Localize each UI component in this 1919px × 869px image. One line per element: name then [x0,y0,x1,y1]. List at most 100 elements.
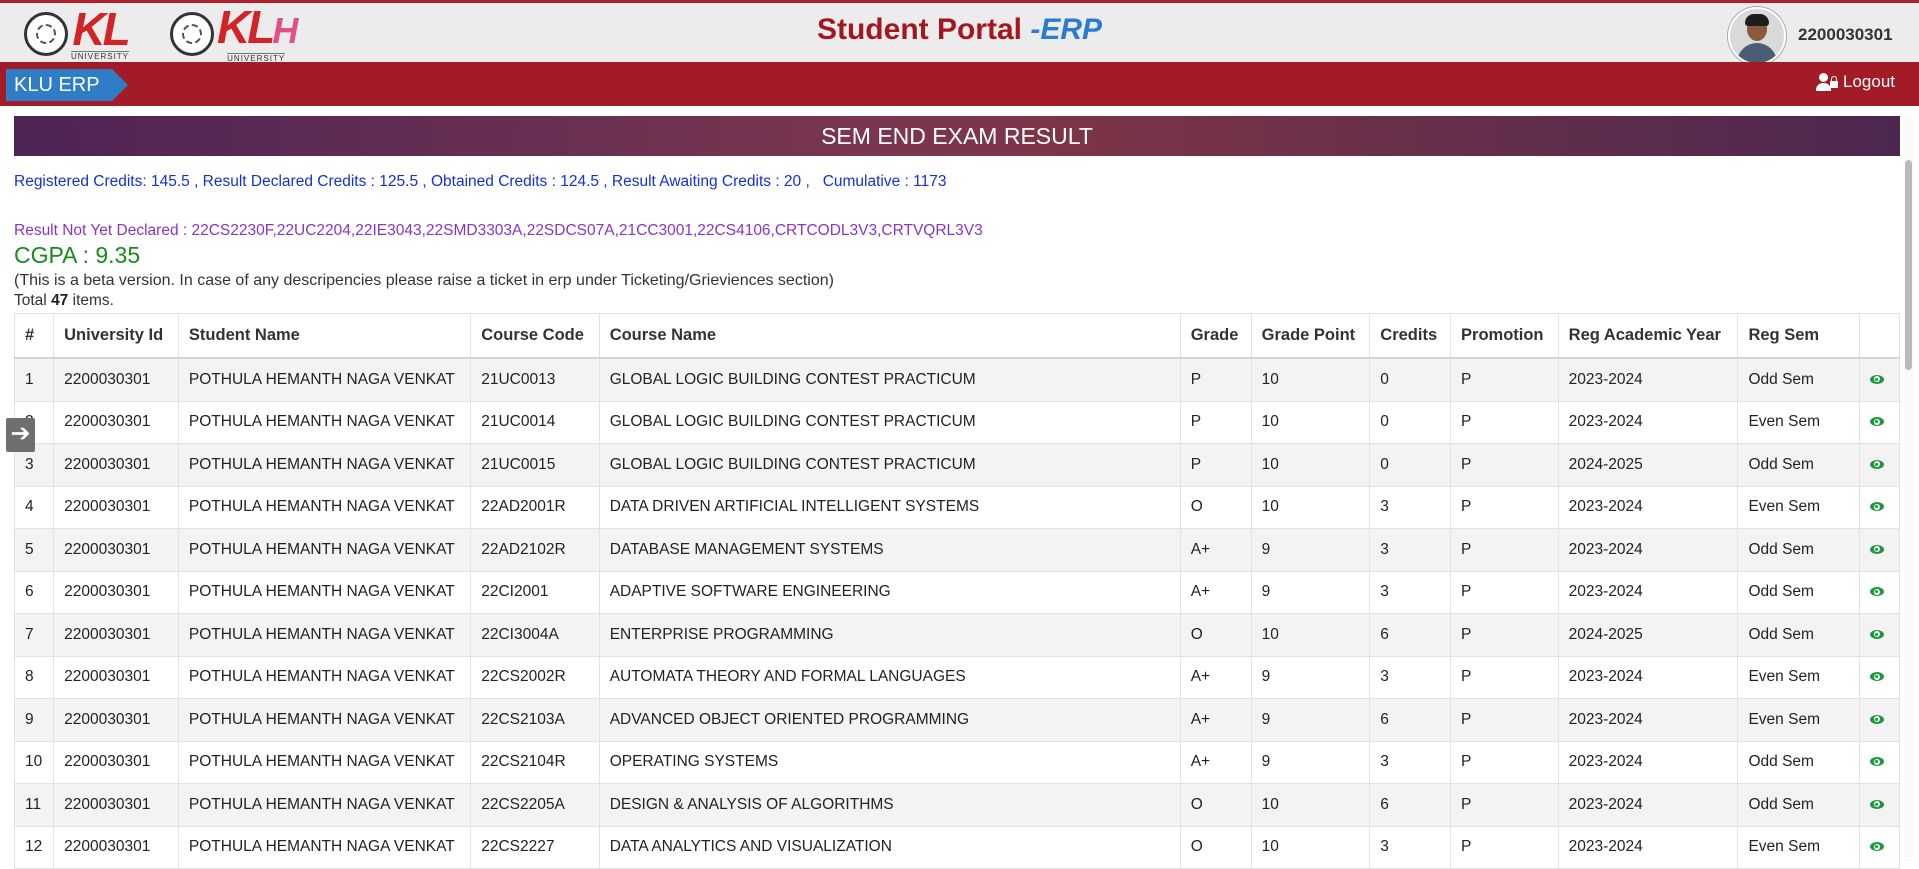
eye-icon[interactable] [1869,374,1884,384]
table-cell: POTHULA HEMANTH NAGA VENKAT [177,613,472,657]
table-cell: GLOBAL LOGIC BUILDING CONTEST PRACTICUM [598,357,1181,402]
table-header-row: # University Id Student Name Course Code… [13,313,1901,359]
sidebar-toggle-arrow-icon[interactable]: ➔ [6,418,35,452]
cgpa-value: CGPA : 9.35 [14,242,141,268]
column-header[interactable]: Course Name [598,313,1181,359]
table-cell: 0 [1369,443,1452,487]
row-action-cell [1858,825,1901,869]
table-cell: 4 [13,485,55,529]
logout-label: Logout [1843,72,1895,91]
eye-icon[interactable] [1869,544,1884,554]
table-cell: Odd Sem [1737,443,1860,487]
table-row: 9 2200030301 POTHULA HEMANTH NAGA VENKAT 22… [13,698,1901,742]
table-cell: 0 [1369,357,1452,402]
table-cell: P [1450,443,1559,487]
logo-subtext: UNIVERSITY [71,50,130,61]
result-not-declared: Result Not Yet Declared : 22CS2230F,22UC… [14,222,983,239]
eye-icon[interactable] [1869,757,1884,767]
eye-icon[interactable] [1869,587,1884,597]
table-cell: 22CS2227 [470,825,600,869]
table-cell: 10 [1250,485,1371,529]
table-cell: P [1179,400,1252,444]
table-cell: 6 [1369,613,1452,657]
table-cell: Odd Sem [1737,528,1860,572]
table-cell: O [1179,485,1252,529]
table-row: 7 2200030301 POTHULA HEMANTH NAGA VENKAT 22… [13,613,1901,657]
table-cell: 2200030301 [53,825,179,869]
table-cell: P [1450,357,1559,402]
table-cell: 2200030301 [53,740,179,784]
table-cell: POTHULA HEMANTH NAGA VENKAT [177,698,472,742]
table-cell: POTHULA HEMANTH NAGA VENKAT [177,570,472,614]
table-cell: Even Sem [1737,698,1860,742]
eye-icon[interactable] [1869,842,1884,852]
column-header[interactable]: # [13,313,55,359]
table-cell: 22AD2102R [470,528,600,572]
table-row: 22200030301POTHULA HEMANTH NAGA VENKAT21… [13,400,1901,444]
logout-button[interactable]: Logout [1816,72,1895,92]
table-cell: Odd Sem [1737,357,1860,402]
table-cell: ADAPTIVE SOFTWARE ENGINEERING [598,570,1181,614]
eye-icon[interactable] [1869,672,1884,682]
table-row: 3 2200030301 POTHULA HEMANTH NAGA VENKAT 21… [13,443,1901,487]
eye-icon[interactable] [1869,799,1884,809]
row-action-cell [1858,740,1901,784]
column-header[interactable]: Grade [1179,313,1252,359]
table-cell: 21UC0013 [470,357,600,402]
row-action-cell [1858,443,1901,487]
table-cell: 22CS2104R [470,740,600,784]
table-cell: 2200030301 [53,485,179,529]
table-cell: P [1450,783,1559,827]
eye-icon[interactable] [1869,502,1884,512]
column-header[interactable]: Student Name [177,313,472,359]
eye-icon[interactable] [1869,629,1884,639]
column-header[interactable]: Grade Point [1250,313,1371,359]
table-cell: 2200030301 [53,528,179,572]
table-cell: 2023-2024 [1557,740,1739,784]
column-header[interactable]: Credits [1369,313,1452,359]
page-title: SEM END EXAM RESULT [14,116,1900,156]
table-cell: POTHULA HEMANTH NAGA VENKAT [177,443,472,487]
eye-icon[interactable] [1869,459,1884,469]
table-row: 8 2200030301 POTHULA HEMANTH NAGA VENKAT 22… [13,655,1901,699]
table-cell: 2024-2025 [1557,443,1739,487]
column-header[interactable]: Reg Academic Year [1557,313,1739,359]
table-cell: POTHULA HEMANTH NAGA VENKAT [177,400,472,444]
column-header[interactable]: Reg Sem [1737,313,1860,359]
table-cell: 2200030301 [53,655,179,699]
eye-icon[interactable] [1869,714,1884,724]
table-cell: P [1450,740,1559,784]
table-cell: A+ [1179,740,1252,784]
table-cell: POTHULA HEMANTH NAGA VENKAT [177,825,472,869]
total-count: 47 [51,292,69,309]
column-header[interactable]: University Id [53,313,179,359]
table-cell: 0 [1369,400,1452,444]
row-action-cell [1858,485,1901,529]
brand-link[interactable]: KLU ERP [6,69,128,101]
table-cell: 6 [1369,698,1452,742]
table-cell: POTHULA HEMANTH NAGA VENKAT [177,783,472,827]
table-row: 1 2200030301 POTHULA HEMANTH NAGA VENKAT 21… [13,357,1901,402]
table-cell: 22CI3004A [470,613,600,657]
table-cell: AUTOMATA THEORY AND FORMAL LANGUAGES [598,655,1181,699]
results-table: # University Id Student Name Course Code… [13,313,1901,869]
avatar[interactable] [1728,7,1786,65]
table-cell: P [1450,485,1559,529]
table-cell: DATABASE MANAGEMENT SYSTEMS [598,528,1181,572]
row-action-cell [1858,400,1901,444]
table-cell: 10 [1250,443,1371,487]
row-action-cell [1858,698,1901,742]
scrollbar-thumb[interactable] [1905,160,1912,370]
eye-icon[interactable] [1869,417,1884,427]
table-cell: DATA DRIVEN ARTIFICIAL INTELLIGENT SYSTE… [598,485,1181,529]
table-cell: P [1450,400,1559,444]
table-cell: P [1450,698,1559,742]
table-cell: 9 [1250,655,1371,699]
table-cell: 2023-2024 [1557,485,1739,529]
table-cell: 3 [1369,740,1452,784]
column-header[interactable]: Promotion [1450,313,1559,359]
portal-title: Student Portal -ERP [0,13,1919,47]
row-action-cell [1858,655,1901,699]
column-header[interactable]: Course Code [470,313,600,359]
total-suffix: items. [68,292,114,309]
